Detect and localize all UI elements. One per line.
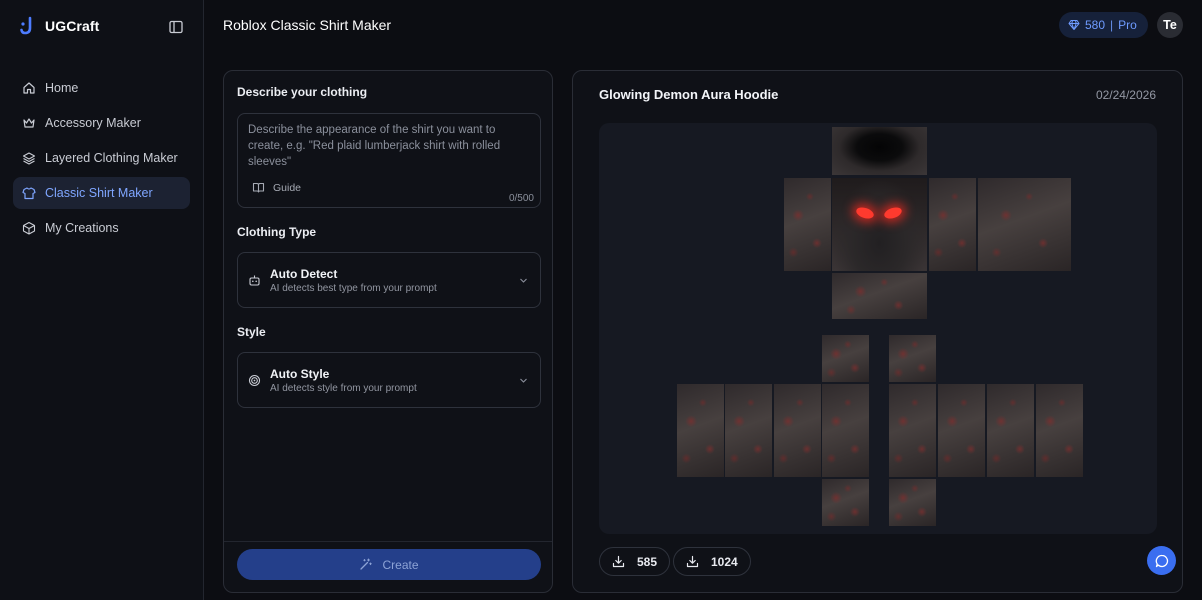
template-tile-right-arm-3 [774,384,821,477]
template-tile-hood-top [832,127,927,175]
clothing-type-description: AI detects best type from your prompt [270,283,437,294]
style-label: Style [237,325,266,339]
description-textarea[interactable]: Describe the appearance of the shirt you… [237,113,541,208]
template-tile-left-arm-4 [1036,384,1083,477]
chevron-down-icon [520,278,527,283]
creation-title: Glowing Demon Aura Hoodie [599,87,779,102]
template-tile-right-arm-4 [822,384,869,477]
crown-icon [23,118,35,128]
template-tile-left-arm-1 [889,384,936,477]
template-tile-torso-bottom [832,273,927,319]
sidebar-item-label: Home [45,81,79,95]
download-resolution: 1024 [711,554,738,569]
generator-form-panel: Describe your clothing Describe the appe… [223,70,553,593]
template-tile-torso-back [978,178,1071,271]
clothing-type-value: Auto Detect [270,267,338,281]
template-tile-torso-right [784,178,831,271]
description-placeholder: Describe the appearance of the shirt you… [248,124,501,168]
credits-count: 580 [1085,18,1106,32]
credits-separator: | [1110,18,1114,32]
sidebar-item-layered-clothing-maker[interactable]: Layered Clothing Maker [13,142,190,174]
page-title: Roblox Classic Shirt Maker [223,17,392,33]
creation-date: 02/24/2026 [1095,88,1156,102]
clothing-type-label: Clothing Type [237,225,317,239]
sidebar-item-home[interactable]: Home [13,72,190,104]
plan-label: Pro [1118,18,1137,32]
sidebar-item-label: My Creations [45,221,119,235]
download-icon [686,555,699,568]
style-description: AI detects style from your prompt [270,383,417,394]
layers-icon [22,152,36,165]
avatar[interactable]: Te [1157,12,1183,38]
magic-wand-icon [360,558,373,570]
download-count-button[interactable]: 585 [599,547,671,576]
brand[interactable]: UGCraft [20,16,99,36]
box-icon [22,221,36,235]
glowing-eye-left [854,205,876,221]
sidebar-item-label: Classic Shirt Maker [45,186,153,200]
guide-label: Guide [273,181,302,194]
sidebar-item-label: Layered Clothing Maker [45,151,178,165]
describe-label: Describe your clothing [237,85,368,99]
style-value: Auto Style [270,367,330,381]
app-name: UGCraft [45,18,100,34]
sidebar-item-accessory-maker[interactable]: Accessory Maker [13,107,190,139]
preview-panel: Glowing Demon Aura Hoodie 02/24/2026 585 [572,70,1183,593]
template-tile-right-arm-top [822,335,869,382]
template-tile-right-arm-bottom [822,479,869,526]
sidebar-toggle-icon[interactable] [168,19,184,35]
download-resolution-button[interactable]: 1024 [673,547,751,576]
download-count: 585 [637,554,658,569]
template-tile-left-arm-top [889,335,936,382]
target-icon [248,374,261,387]
home-icon [23,82,35,94]
ugcraft-logo-icon [20,16,32,35]
download-icon [612,555,625,568]
sidebar: UGCraft Home Accessory Maker Layered Clo… [0,0,204,600]
sidebar-item-my-creations[interactable]: My Creations [13,212,190,244]
glowing-eye-right [882,205,904,221]
sidebar-item-classic-shirt-maker[interactable]: Classic Shirt Maker [13,177,190,209]
style-select[interactable]: Auto Style AI detects style from your pr… [237,352,541,408]
guide-button[interactable]: Guide [252,181,301,194]
gem-icon [1068,20,1080,30]
template-tile-left-arm-2 [938,384,985,477]
panel-divider [224,541,552,542]
robot-icon [249,275,260,286]
credits-badge[interactable]: 580 | Pro [1059,12,1148,38]
shirt-icon [22,187,36,200]
char-counter: 0/500 [508,193,534,204]
create-label: Create [382,557,419,572]
template-tile-torso-front [832,178,927,271]
template-tile-right-arm-1 [677,384,724,477]
shirt-template-preview[interactable] [599,123,1157,534]
sidebar-item-label: Accessory Maker [45,116,141,130]
template-tile-left-arm-3 [987,384,1034,477]
clothing-type-select[interactable]: Auto Detect AI detects best type from yo… [237,252,541,308]
template-tile-torso-left [929,178,976,271]
chevron-down-icon [520,378,527,383]
chat-support-button[interactable] [1147,546,1176,575]
template-tile-right-arm-2 [725,384,772,477]
create-button[interactable]: Create [237,549,541,580]
template-tile-left-arm-bottom [889,479,936,526]
sidebar-nav: Home Accessory Maker Layered Clothing Ma… [13,72,190,247]
chat-bubble-icon [1155,554,1168,567]
book-icon [252,182,265,193]
